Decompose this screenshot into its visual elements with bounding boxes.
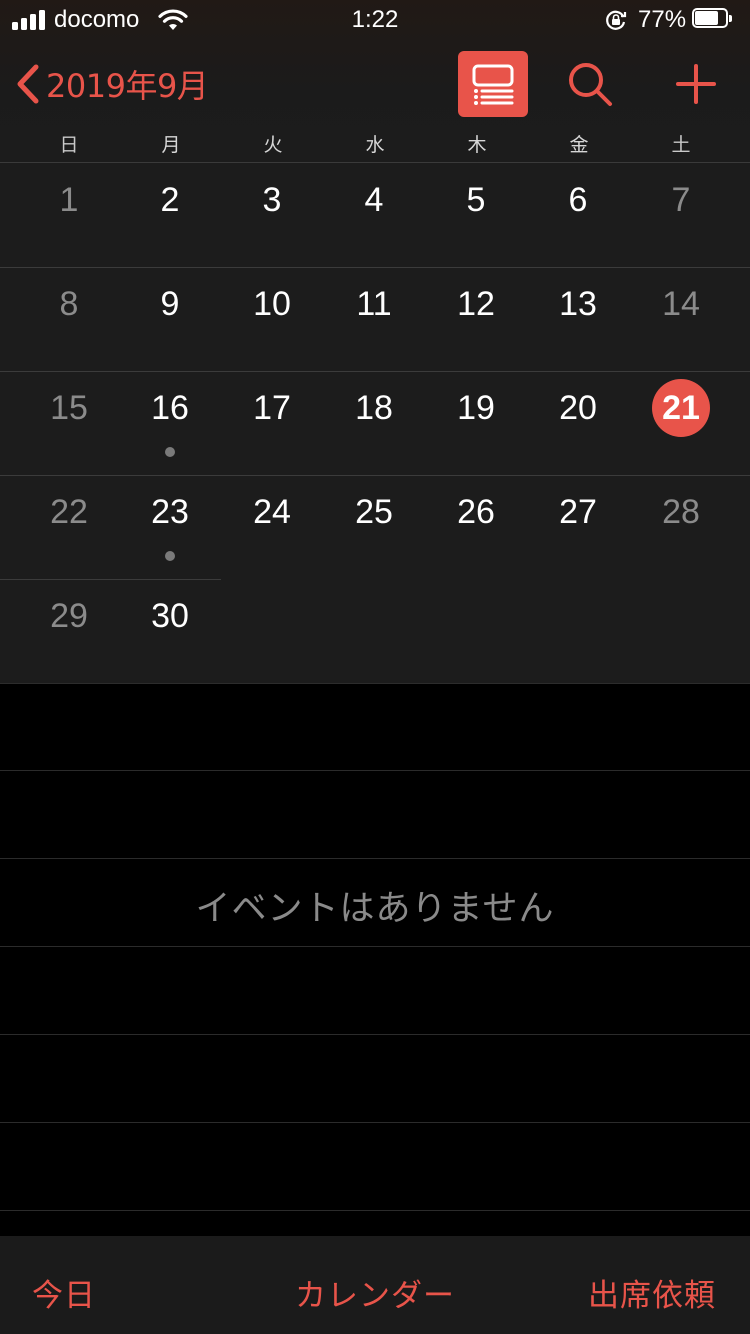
day-number: 16 [151, 389, 189, 427]
day-number: 18 [355, 389, 393, 427]
bottom-toolbar: 今日 カレンダー 出席依頼 [0, 1236, 750, 1334]
day-cell[interactable]: 22 [18, 475, 120, 578]
day-number: 20 [559, 389, 597, 427]
day-number: 8 [59, 285, 79, 323]
no-events-message: イベントはありません [195, 889, 555, 929]
battery-fill [695, 11, 718, 25]
event-dot [165, 447, 175, 457]
day-cell[interactable]: 19 [425, 371, 527, 474]
day-cell[interactable]: 27 [527, 475, 629, 578]
week-row: 8 9 10 11 12 13 14 [0, 267, 750, 371]
day-cell[interactable]: 12 [425, 267, 527, 370]
day-number: 17 [253, 389, 291, 427]
day-cell[interactable]: 2 [119, 163, 221, 266]
event-row-divider [0, 858, 750, 859]
event-row-divider [0, 1034, 750, 1035]
day-cell[interactable]: 5 [425, 163, 527, 266]
day-cell[interactable]: 3 [221, 163, 323, 266]
week-row: 22 23 24 25 26 27 28 [0, 475, 750, 579]
day-number: 19 [457, 389, 495, 427]
day-cell[interactable]: 30 [119, 579, 221, 682]
event-row-divider [0, 1122, 750, 1123]
weekday-tue: 火 [263, 134, 283, 156]
day-cell[interactable]: 7 [630, 163, 732, 266]
battery-percent: 77% [638, 6, 687, 33]
day-cell[interactable]: 16 [119, 371, 221, 474]
status-bar: docomo 1:22 77% [0, 0, 750, 40]
day-number: 12 [457, 285, 495, 323]
day-cell[interactable]: 23 [119, 475, 221, 578]
day-cell[interactable]: 26 [425, 475, 527, 578]
battery-icon [692, 8, 734, 30]
day-cell[interactable]: 9 [119, 267, 221, 370]
day-number: 13 [559, 285, 597, 323]
day-cell[interactable]: 17 [221, 371, 323, 474]
plus-icon[interactable] [674, 62, 718, 106]
day-cell[interactable]: 20 [527, 371, 629, 474]
day-number: 21 [652, 379, 710, 437]
chevron-left-icon [17, 64, 39, 104]
day-number: 6 [568, 181, 588, 219]
weekday-wed: 水 [365, 134, 385, 156]
event-row-divider [0, 1210, 750, 1211]
events-list: イベントはありません [0, 684, 750, 1236]
weekday-fri: 金 [569, 134, 589, 156]
day-cell[interactable]: 28 [630, 475, 732, 578]
day-cell[interactable]: 29 [18, 579, 120, 682]
list-view-toggle-button[interactable] [458, 51, 528, 117]
back-label: 2019年9月 [46, 67, 209, 105]
event-dot [165, 551, 175, 561]
day-number: 4 [364, 181, 384, 219]
day-number: 30 [151, 597, 189, 635]
day-number: 15 [50, 389, 88, 427]
day-number: 22 [50, 493, 88, 531]
week-row: 15 16 17 18 19 20 21 [0, 371, 750, 475]
day-number: 3 [262, 181, 282, 219]
day-number: 29 [50, 597, 88, 635]
day-number: 7 [671, 181, 691, 219]
day-cell[interactable]: 10 [221, 267, 323, 370]
weekday-mon: 月 [161, 134, 181, 156]
weekday-header: 日 月 火 水 木 金 土 [0, 130, 750, 160]
event-row-divider [0, 946, 750, 947]
week-row: 1 2 3 4 5 6 7 [0, 163, 750, 267]
day-number: 28 [662, 493, 700, 531]
day-number: 9 [160, 285, 180, 323]
weekday-thu: 木 [467, 134, 487, 156]
list-view-icon [472, 64, 514, 105]
day-number: 25 [355, 493, 393, 531]
day-cell[interactable]: 11 [323, 267, 425, 370]
top-bar: docomo 1:22 77% 2019年9月 日 月 火 水 木 金 土 [0, 0, 750, 162]
day-number: 10 [253, 285, 291, 323]
day-number: 11 [356, 285, 392, 323]
day-cell[interactable]: 15 [18, 371, 120, 474]
day-number: 1 [59, 181, 79, 219]
month-grid: 1 2 3 4 5 6 7 8 9 10 11 12 13 14 15 16 17 18 19 20 21 22 23 24 2… [0, 163, 750, 683]
today-day-cell[interactable]: 21 [630, 371, 732, 474]
weekday-sat: 土 [671, 134, 691, 156]
day-number: 26 [457, 493, 495, 531]
day-number: 23 [151, 493, 189, 531]
day-cell[interactable]: 6 [527, 163, 629, 266]
day-number: 14 [662, 285, 700, 323]
back-to-year-button[interactable]: 2019年9月 [14, 56, 209, 112]
search-icon[interactable] [566, 60, 614, 108]
day-cell[interactable]: 25 [323, 475, 425, 578]
week-row: 29 30 [0, 579, 750, 683]
day-number: 27 [559, 493, 597, 531]
day-cell[interactable]: 13 [527, 267, 629, 370]
day-cell[interactable]: 18 [323, 371, 425, 474]
day-number: 5 [466, 181, 486, 219]
rotation-lock-icon [606, 10, 627, 30]
day-cell[interactable]: 1 [18, 163, 120, 266]
weekday-sun: 日 [59, 134, 79, 156]
inbox-button[interactable]: 出席依頼 [588, 1270, 716, 1315]
day-number: 24 [253, 493, 291, 531]
day-number: 2 [160, 181, 180, 219]
day-cell[interactable]: 14 [630, 267, 732, 370]
event-row-divider [0, 770, 750, 771]
day-cell[interactable]: 8 [18, 267, 120, 370]
day-cell[interactable]: 4 [323, 163, 425, 266]
day-cell[interactable]: 24 [221, 475, 323, 578]
